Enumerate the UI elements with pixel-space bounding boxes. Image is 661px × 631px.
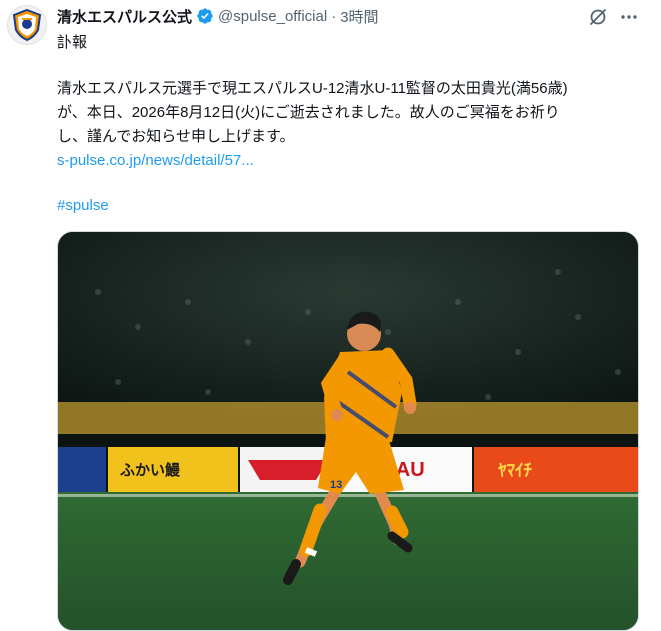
handle[interactable]: @spulse_official bbox=[218, 8, 327, 25]
jersey-number: 13 bbox=[330, 479, 342, 491]
media-photo[interactable]: ふかい鰻 SAAU ﾔﾏｲﾁ 1 bbox=[57, 231, 639, 631]
more-icon bbox=[621, 15, 637, 19]
avatar[interactable] bbox=[7, 5, 47, 45]
display-name[interactable]: 清水エスパルス公式 bbox=[57, 6, 192, 27]
more-button[interactable] bbox=[617, 5, 641, 29]
timestamp[interactable]: 3時間 bbox=[340, 6, 378, 27]
post-text-line-1: 訃報 bbox=[57, 34, 88, 51]
tweet-header: 清水エスパルス公式 @spulse_official · 3時間 bbox=[57, 5, 379, 27]
post-text-line-3: が、本日、2026年8月12日(火)にご逝去されました。故人のご冥福をお祈り bbox=[57, 104, 560, 121]
post-text-line-4: し、謹んでお知らせ申し上げます。 bbox=[57, 128, 295, 145]
ad-board-4: ﾔﾏｲﾁ bbox=[498, 461, 532, 480]
hashtag-link[interactable]: #spulse bbox=[57, 196, 109, 216]
post-text-line-2: 清水エスパルス元選手で現エスパルスU-12清水U-11監督の太田貴光(満56歳) bbox=[57, 80, 568, 97]
news-link[interactable]: s-pulse.co.jp/news/detail/57... bbox=[57, 151, 254, 171]
verified-badge-icon bbox=[196, 7, 214, 25]
club-crest-icon bbox=[12, 8, 42, 42]
grok-icon bbox=[590, 9, 606, 25]
tweet[interactable]: 清水エスパルス公式 @spulse_official · 3時間 訃報 清水エス… bbox=[0, 0, 661, 631]
grok-button[interactable] bbox=[586, 5, 610, 29]
ad-board-1: ふかい鰻 bbox=[120, 461, 181, 479]
soccer-player-photo: ふかい鰻 SAAU ﾔﾏｲﾁ 1 bbox=[58, 232, 638, 630]
separator-dot: · bbox=[331, 7, 337, 25]
